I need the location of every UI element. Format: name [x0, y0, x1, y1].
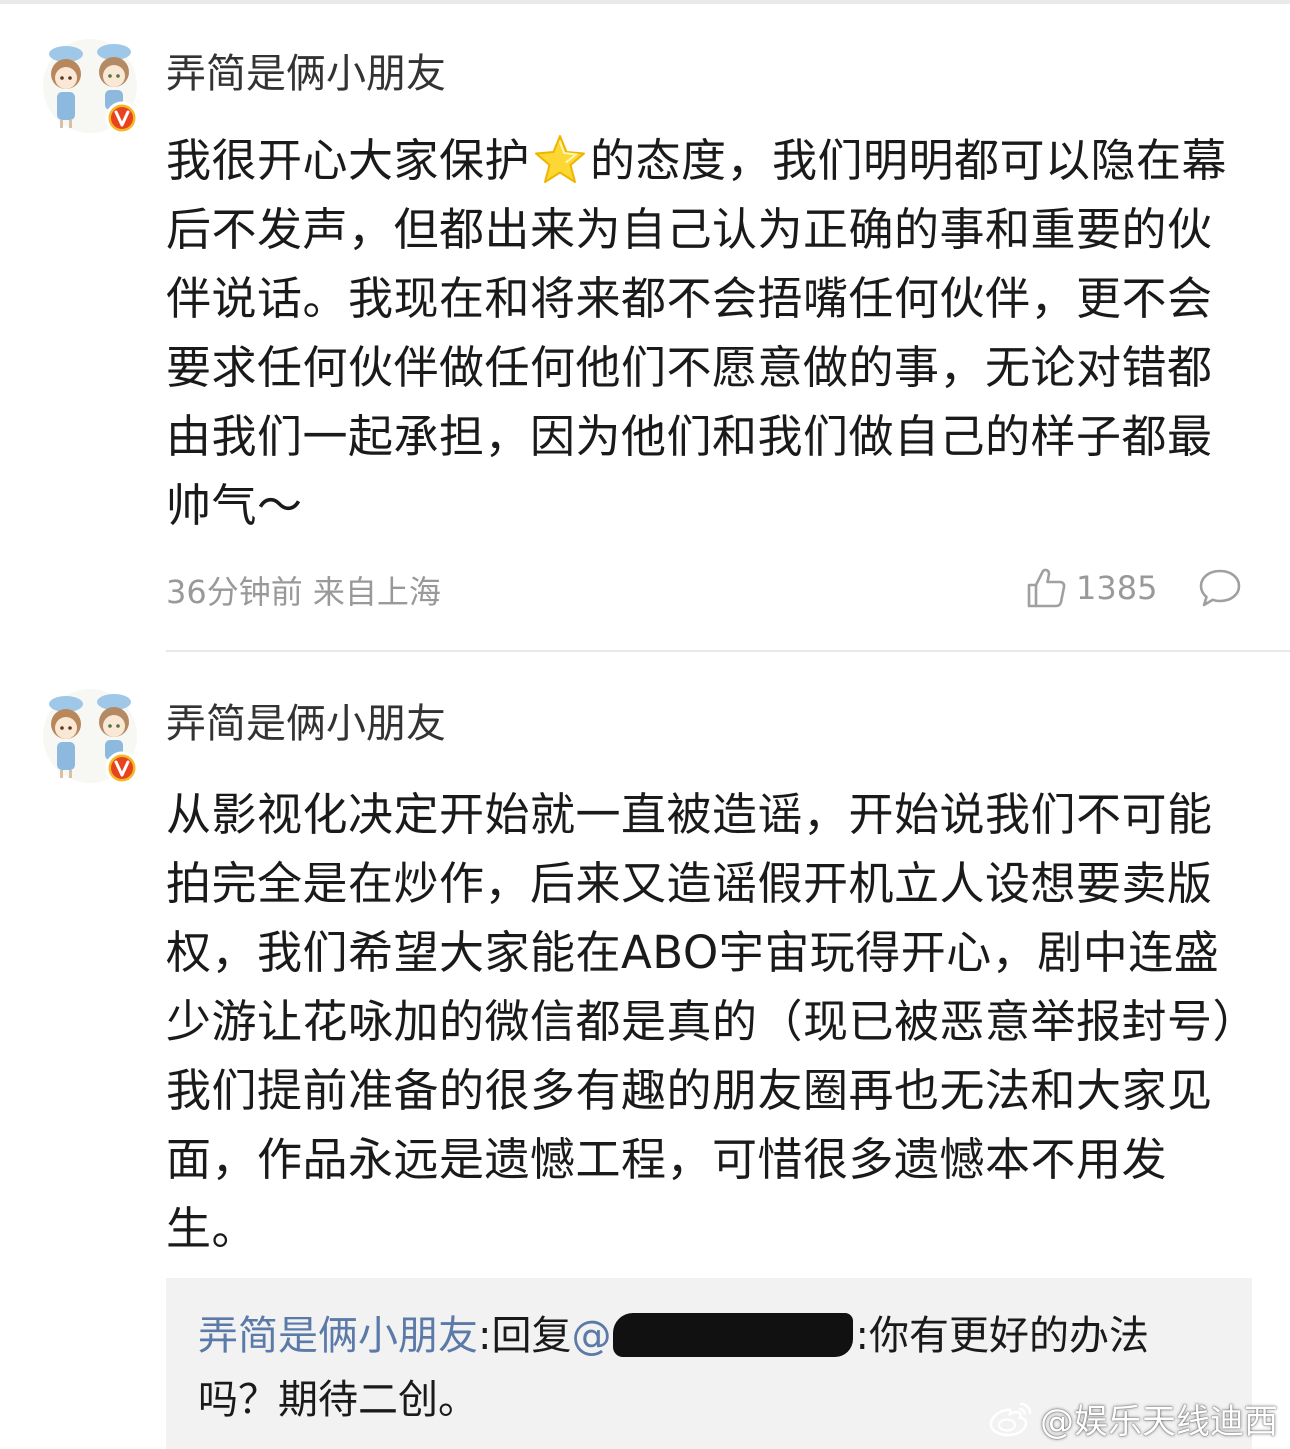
- like-button[interactable]: 1385: [1026, 565, 1157, 611]
- redacted-username: [613, 1313, 854, 1357]
- mention-at[interactable]: @: [571, 1313, 611, 1359]
- comment-text: 从影视化决定开始就一直被造谣，开始说我们不可能拍完全是在炒作，后来又造谣假开机立…: [166, 788, 1236, 1255]
- like-count: 1385: [1076, 569, 1158, 607]
- watermark: @娱乐天线迪西: [988, 1394, 1278, 1442]
- comment-time-location: 36分钟前 来自上海: [166, 573, 441, 611]
- comment-text: 我很开心大家保护 的态度，我们明明都可以隐在幕后不发声，但都出来为自己认为正确的事…: [166, 126, 1256, 540]
- comment-bubble-icon[interactable]: [1198, 568, 1242, 608]
- reply-label: :回复: [478, 1313, 572, 1359]
- thumbs-up-icon: [1027, 568, 1066, 608]
- comment-text-part: 的态度，我们明明都可以隐在幕后不发声，但都出来为自己认为正确的事和重要的伙伴说话…: [166, 134, 1228, 532]
- weibo-logo-icon: [989, 1402, 1032, 1437]
- user-avatar[interactable]: [38, 688, 142, 784]
- reply-username[interactable]: 弄简是俩小朋友: [198, 1313, 478, 1359]
- username[interactable]: 弄简是俩小朋友: [166, 700, 446, 748]
- comment-text-part: 我很开心大家保护: [166, 134, 531, 187]
- user-avatar[interactable]: [38, 38, 142, 134]
- top-divider: [0, 0, 1290, 4]
- star-emoji-icon: [535, 135, 586, 183]
- comment-divider: [166, 650, 1290, 652]
- username[interactable]: 弄简是俩小朋友: [166, 50, 446, 98]
- watermark-text: @娱乐天线迪西: [1040, 1401, 1278, 1442]
